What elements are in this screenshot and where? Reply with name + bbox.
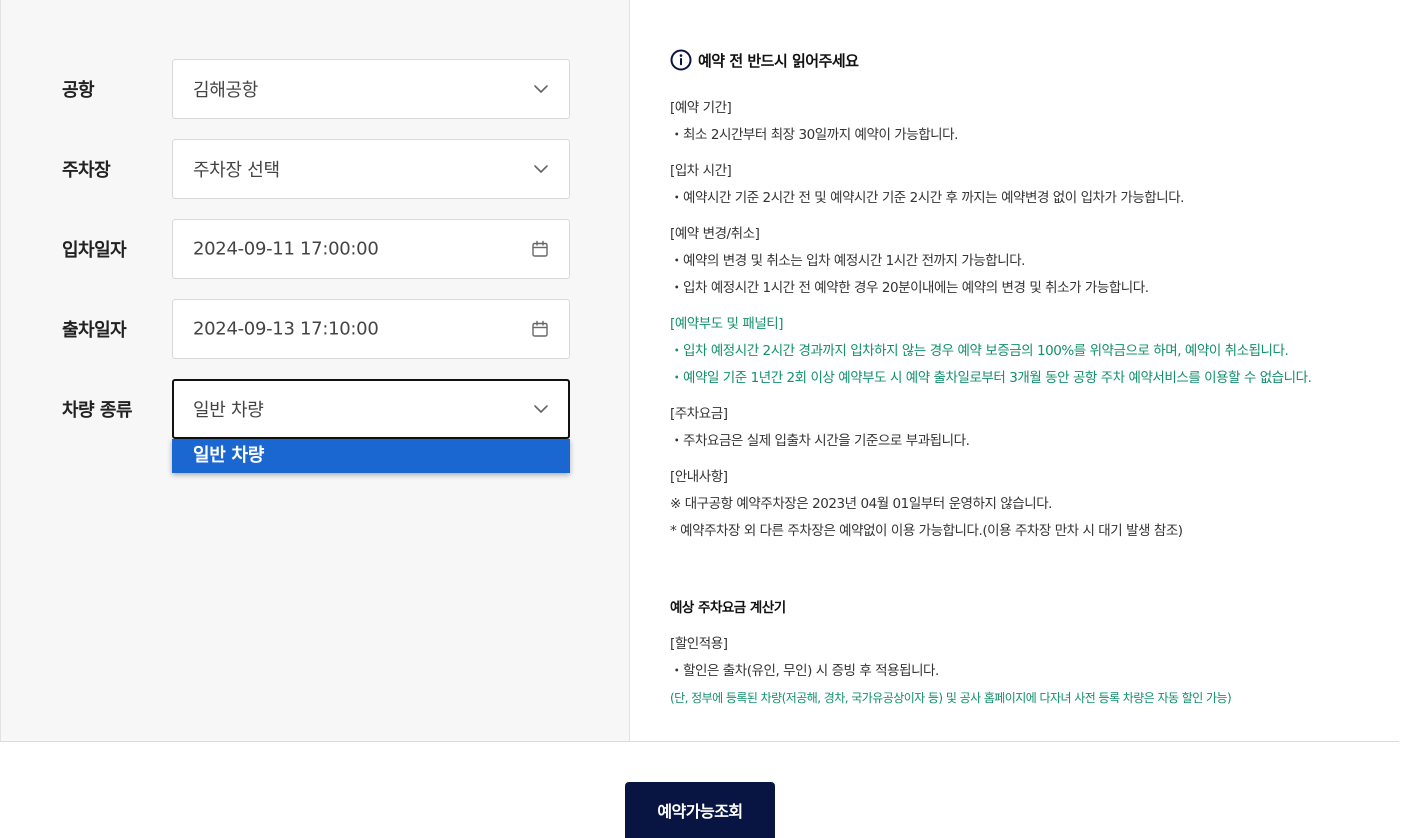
search-availability-button[interactable]: 예약가능조회 bbox=[625, 782, 775, 838]
notice-line: ・최소 2시간부터 최장 30일까지 예약이 가능합니다. bbox=[670, 127, 958, 143]
notice-line: ・예약시간 기준 2시간 전 및 예약시간 기준 2시간 후 까지는 예약변경 … bbox=[670, 190, 1185, 206]
entry-date-value: 2024-09-11 17:00:00 bbox=[193, 238, 379, 260]
entry-date-input[interactable]: 2024-09-11 17:00:00 bbox=[172, 219, 570, 279]
notice-line: [주차요금] bbox=[670, 406, 728, 422]
notice-title: 예약 전 반드시 읽어주세요 bbox=[698, 51, 859, 70]
calculator-line: ・할인은 출차(유인, 무인) 시 증빙 후 적용됩니다. bbox=[670, 663, 939, 679]
exit-date-row: 출차일자 2024-09-13 17:10:00 bbox=[1, 299, 631, 359]
airport-select-value: 김해공항 bbox=[193, 80, 259, 101]
parking-select-value: 주차장 선택 bbox=[193, 160, 280, 181]
reservation-form: 공항 김해공항 주차장 주차장 선택 입차일자 2024-09-11 17:00… bbox=[0, 0, 630, 741]
chevron-down-icon bbox=[534, 405, 548, 413]
chevron-down-icon bbox=[534, 165, 548, 173]
notice-line-penalty: ・예약일 기준 1년간 2회 이상 예약부도 시 예약 출차일로부터 3개월 동… bbox=[670, 370, 1312, 386]
info-icon bbox=[670, 49, 692, 71]
parking-label: 주차장 bbox=[62, 160, 111, 181]
exit-date-value: 2024-09-13 17:10:00 bbox=[193, 318, 379, 340]
chevron-down-icon bbox=[534, 85, 548, 93]
airport-row: 공항 김해공항 bbox=[1, 59, 631, 119]
exit-date-input[interactable]: 2024-09-13 17:10:00 bbox=[172, 299, 570, 359]
vehicle-type-dropdown: 일반 차량 bbox=[172, 439, 570, 473]
airport-label: 공항 bbox=[62, 80, 95, 101]
notice-line: ・예약의 변경 및 취소는 입차 예정시간 1시간 전까지 가능합니다. bbox=[670, 253, 1026, 269]
notice-line: ・주차요금은 실제 입출차 시간을 기준으로 부과됩니다. bbox=[670, 433, 970, 449]
entry-date-label: 입차일자 bbox=[62, 240, 127, 261]
notice-line: [예약 기간] bbox=[670, 100, 732, 116]
calculator-line: [할인적용] bbox=[670, 636, 728, 652]
vehicle-type-label: 차량 종류 bbox=[62, 400, 133, 421]
notice-line-penalty: ・입차 예정시간 2시간 경과까지 입차하지 않는 경우 예약 보증금의 100… bbox=[670, 343, 1289, 359]
calendar-icon[interactable] bbox=[531, 240, 549, 258]
calculator-note: (단, 정부에 등록된 차량(저공해, 경차, 국가유공상이자 등) 및 공사 … bbox=[670, 691, 1232, 705]
vehicle-type-select[interactable]: 일반 차량 bbox=[172, 379, 570, 439]
vehicle-type-row: 차량 종류 일반 차량 bbox=[1, 379, 631, 439]
calendar-icon[interactable] bbox=[531, 320, 549, 338]
entry-date-row: 입차일자 2024-09-11 17:00:00 bbox=[1, 219, 631, 279]
airport-select[interactable]: 김해공항 bbox=[172, 59, 570, 119]
parking-select[interactable]: 주차장 선택 bbox=[172, 139, 570, 199]
vehicle-type-select-value: 일반 차량 bbox=[193, 400, 264, 421]
vehicle-type-option[interactable]: 일반 차량 bbox=[172, 439, 570, 473]
exit-date-label: 출차일자 bbox=[62, 320, 127, 341]
fee-calculator-title: 예상 주차요금 계산기 bbox=[670, 600, 786, 616]
notice-line: ・입차 예정시간 1시간 전 예약한 경우 20분이내에는 예약의 변경 및 취… bbox=[670, 280, 1149, 296]
notice-line: * 예약주차장 외 다른 주차장은 예약없이 이용 가능합니다.(이용 주차장 … bbox=[670, 523, 1183, 539]
notice-line-penalty: [예약부도 및 패널티] bbox=[670, 316, 784, 332]
reservation-container: 공항 김해공항 주차장 주차장 선택 입차일자 2024-09-11 17:00… bbox=[0, 0, 1399, 742]
notice-header: 예약 전 반드시 읽어주세요 bbox=[670, 49, 859, 71]
notice-line: ※ 대구공항 예약주차장은 2023년 04월 01일부터 운영하지 않습니다. bbox=[670, 496, 1053, 512]
parking-row: 주차장 주차장 선택 bbox=[1, 139, 631, 199]
notice-line: [예약 변경/취소] bbox=[670, 226, 760, 242]
notice-line: [안내사항] bbox=[670, 469, 728, 485]
notice-line: [입차 시간] bbox=[670, 163, 732, 179]
